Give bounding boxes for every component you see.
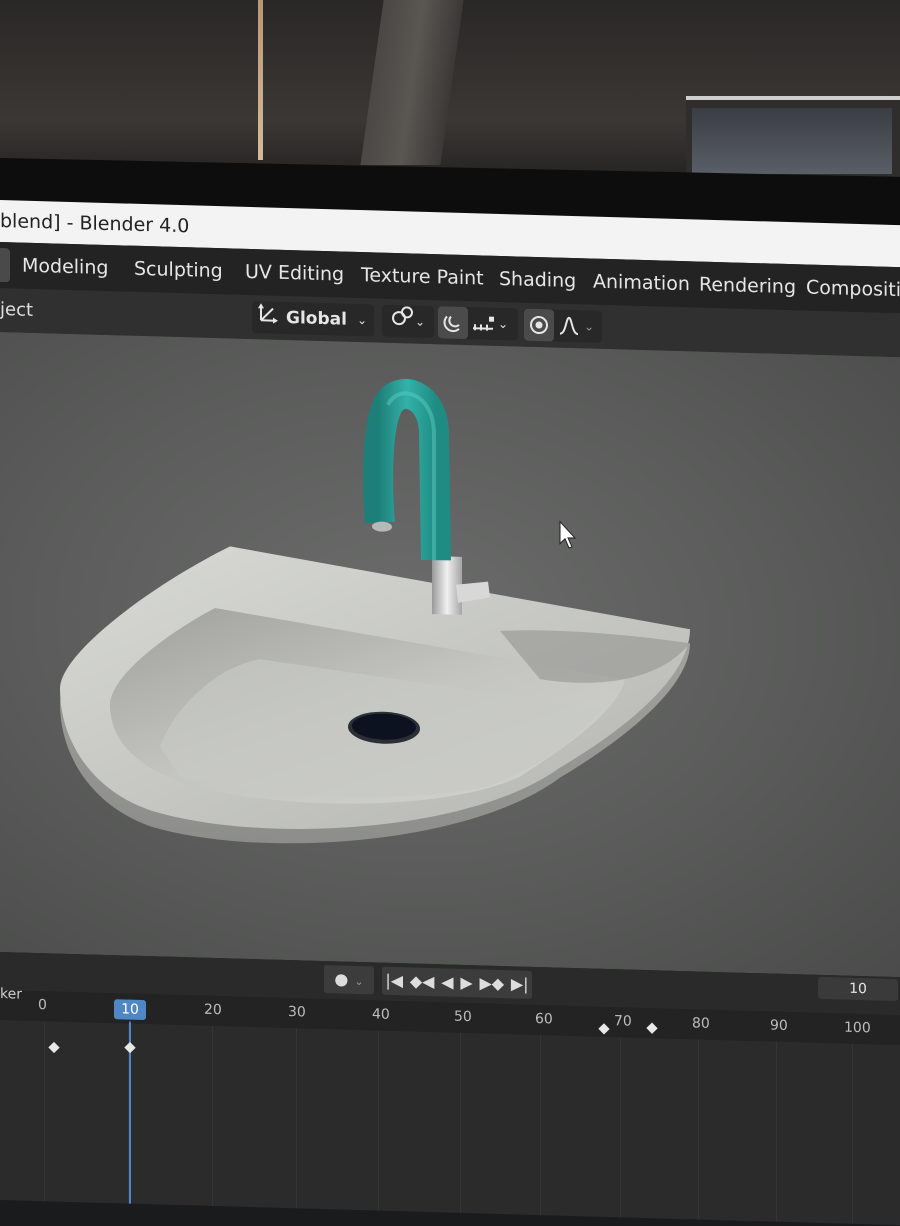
jump-start-icon[interactable]: |◀ (385, 967, 403, 995)
transform-orientation-value: Global (286, 307, 347, 330)
tab-animation[interactable]: Animation (593, 259, 690, 308)
grid-line (620, 1037, 621, 1218)
tick-40: 40 (372, 1006, 390, 1023)
play-reverse-icon[interactable]: ◀ (441, 968, 453, 996)
current-frame-field[interactable]: 10 (818, 976, 898, 1002)
active-workspace-tab[interactable] (0, 248, 10, 283)
timeline-editor[interactable]: ker 0 20 30 40 50 60 70 80 90 100 10 (0, 986, 900, 1226)
tab-shading[interactable]: Shading (499, 256, 576, 304)
tick-100: 100 (844, 1019, 871, 1037)
pivot-point-dropdown[interactable]: ⌄ (382, 304, 434, 339)
ceiling-light (258, 0, 263, 160)
current-frame-indicator[interactable]: 10 (114, 999, 146, 1021)
chevron-down-icon: ⌄ (356, 312, 367, 328)
object-menu[interactable]: ject (0, 288, 33, 333)
chevron-down-icon: ⌄ (354, 974, 364, 989)
mouse-cursor-icon (559, 520, 577, 549)
snapping-group: ⌄ (438, 306, 518, 341)
scene-render (60, 378, 690, 855)
auto-keying-button[interactable]: ● ⌄ (324, 965, 374, 995)
tick-60: 60 (535, 1010, 553, 1028)
prev-keyframe-icon[interactable]: ◆◀ (410, 967, 435, 996)
falloff-curve-icon[interactable] (554, 315, 584, 336)
grid-line (378, 1030, 379, 1211)
keyframe-10[interactable] (124, 1041, 136, 1054)
tab-compositing[interactable]: Compositing (806, 265, 900, 314)
grid-line (852, 1043, 853, 1224)
second-monitor-screen (692, 108, 892, 174)
snap-increment-icon[interactable] (468, 314, 498, 333)
tab-uv-editing[interactable]: UV Editing (245, 249, 344, 298)
blender-window: blend] - Blender 4.0 Modeling Sculpting … (0, 200, 900, 1226)
tab-modeling[interactable]: Modeling (22, 243, 108, 291)
grid-line (776, 1041, 777, 1222)
chevron-down-icon: ⌄ (414, 314, 426, 329)
second-monitor (686, 96, 900, 180)
grid-line (540, 1035, 541, 1216)
tick-20: 20 (204, 1001, 222, 1019)
playback-controls: |◀ ◆◀ ◀ ▶ ▶◆ ▶| (382, 966, 532, 999)
tab-rendering[interactable]: Rendering (699, 262, 796, 311)
tab-sculpting[interactable]: Sculpting (134, 246, 223, 294)
next-keyframe-icon[interactable]: ▶◆ (479, 969, 504, 998)
chevron-down-icon: ⌄ (584, 319, 595, 334)
play-icon[interactable]: ▶ (460, 969, 472, 997)
proportional-edit-group: ⌄ (524, 308, 602, 343)
tick-30: 30 (288, 1004, 306, 1021)
tick-0: 0 (38, 997, 47, 1014)
window-title: blend] - Blender 4.0 (0, 210, 190, 238)
tick-90: 90 (770, 1017, 788, 1035)
tab-texture-paint[interactable]: Texture Paint (361, 252, 484, 301)
proportional-edit-icon[interactable] (524, 308, 554, 342)
wall-beam (360, 0, 464, 165)
transform-gizmo-icon (252, 301, 286, 335)
keyframe-0[interactable] (48, 1041, 60, 1054)
chevron-down-icon: ⌄ (498, 316, 509, 332)
grid-line (44, 1021, 45, 1202)
tick-50: 50 (454, 1008, 472, 1026)
jump-end-icon[interactable]: ▶| (511, 970, 529, 998)
grid-line (296, 1028, 297, 1209)
timeline-marker-label: ker (0, 986, 22, 1003)
tick-70: 70 (614, 1013, 632, 1030)
grid-line (460, 1032, 461, 1213)
3d-viewport[interactable] (0, 332, 900, 978)
pivot-link-icon (391, 305, 415, 338)
snap-magnet-icon[interactable] (438, 306, 468, 340)
record-icon: ● (334, 969, 349, 989)
transform-orientation-dropdown[interactable]: Global ⌄ (252, 301, 374, 337)
grid-line (698, 1039, 699, 1220)
sink-object[interactable] (60, 542, 690, 855)
tick-80: 80 (692, 1015, 710, 1032)
grid-line (212, 1025, 213, 1206)
